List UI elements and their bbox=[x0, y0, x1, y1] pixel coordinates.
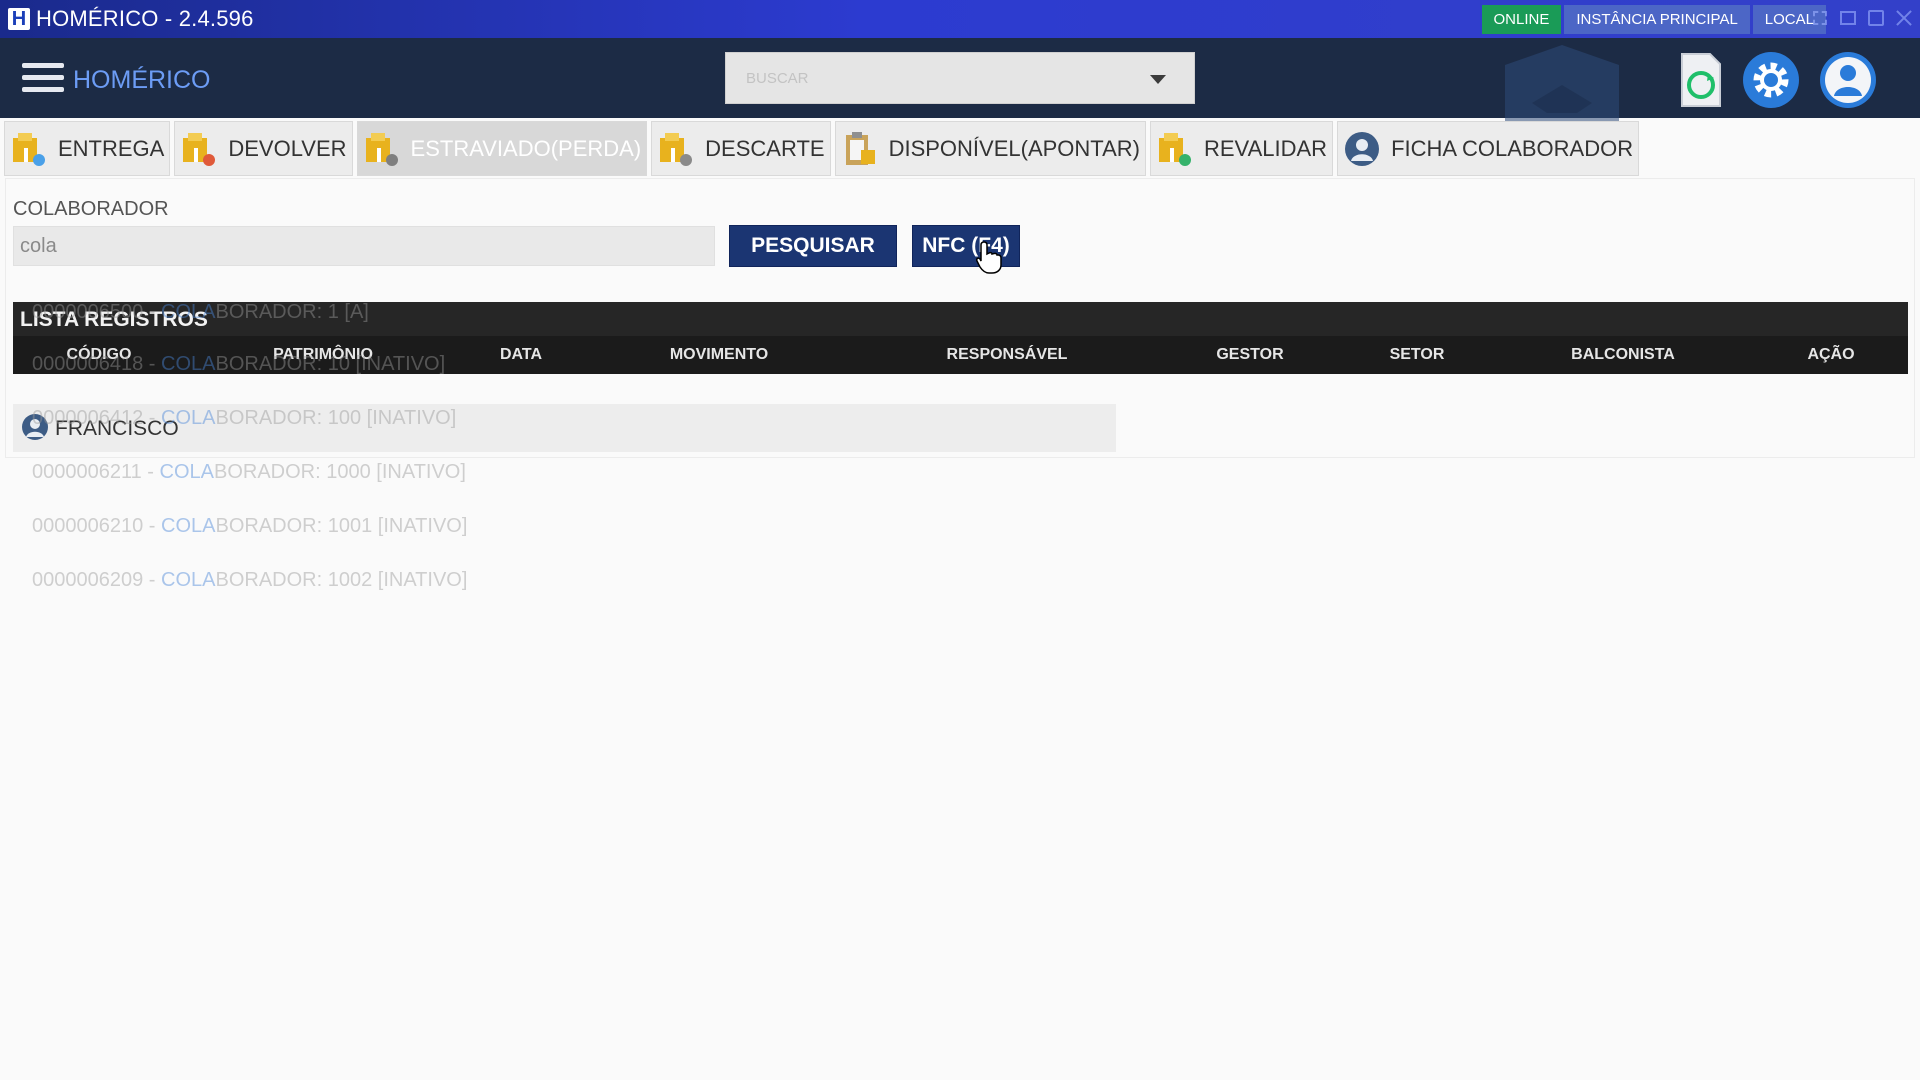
list-title-bar: LISTA REGISTROS bbox=[13, 302, 1908, 336]
column-header[interactable]: PATRIMÔNIO bbox=[273, 346, 373, 364]
colaborador-input[interactable] bbox=[14, 227, 714, 265]
status-group: ONLINE INSTÂNCIA PRINCIPAL LOCAL bbox=[1481, 5, 1826, 34]
box-icon bbox=[183, 132, 216, 166]
box-icon bbox=[1159, 132, 1191, 166]
tab-label: REVALIDAR bbox=[1204, 135, 1328, 161]
tab-label: ENTREGA bbox=[58, 135, 165, 161]
tab-estraviado[interactable]: ESTRAVIADO(PERDA) bbox=[356, 121, 648, 176]
tab-bar: ENTREGA DEVOLVER ESTRAVIADO(PERDA) DESCA… bbox=[4, 121, 1640, 176]
list-item[interactable]: 0000006211 - COLABORADOR: 1000 [INATIVO] bbox=[32, 461, 466, 484]
column-header[interactable]: BALCONISTA bbox=[1571, 346, 1675, 364]
app-logo-icon: H bbox=[8, 8, 30, 30]
tab-entrega[interactable]: ENTREGA bbox=[4, 121, 171, 176]
list-item[interactable]: 0000006210 - COLABORADOR: 1001 [INATIVO] bbox=[32, 515, 467, 538]
window-title: HOMÉRICO - 2.4.596 bbox=[36, 6, 254, 31]
clipboard-icon bbox=[845, 131, 875, 165]
instance-badge[interactable]: INSTÂNCIA PRINCIPAL bbox=[1564, 5, 1750, 34]
app-header: HOMÉRICO bbox=[0, 38, 1920, 121]
box-icon bbox=[365, 132, 398, 166]
minimize-icon[interactable] bbox=[1838, 8, 1858, 28]
hamburger-menu-icon[interactable] bbox=[22, 63, 64, 97]
brand-name: HOMÉRICO bbox=[73, 66, 211, 94]
pesquisar-button[interactable]: PESQUISAR bbox=[729, 225, 897, 267]
column-header[interactable]: CÓDIGO bbox=[67, 346, 132, 364]
user-avatar-icon[interactable] bbox=[1818, 50, 1878, 110]
gear-icon[interactable] bbox=[1741, 50, 1801, 110]
box-icon bbox=[660, 132, 693, 166]
table-row[interactable]: FRANCISCO bbox=[13, 404, 1116, 452]
title-bar: H HOMÉRICO - 2.4.596 ONLINE INSTÂNCIA PR… bbox=[0, 0, 1920, 38]
box-icon bbox=[13, 132, 45, 166]
column-header[interactable]: SETOR bbox=[1390, 346, 1445, 364]
tab-revalidar[interactable]: REVALIDAR bbox=[1150, 121, 1334, 176]
tab-devolver[interactable]: DEVOLVER bbox=[174, 121, 353, 176]
hand-cursor-icon bbox=[976, 241, 1002, 274]
tab-label: ESTRAVIADO(PERDA) bbox=[410, 135, 642, 161]
column-header[interactable]: DATA bbox=[500, 346, 542, 364]
colaborador-field-wrapper bbox=[13, 226, 715, 266]
tab-label: DISPONÍVEL(APONTAR) bbox=[888, 135, 1140, 161]
status-online-badge: ONLINE bbox=[1481, 5, 1562, 34]
tab-label: DEVOLVER bbox=[228, 135, 347, 161]
colaborador-label: COLABORADOR bbox=[13, 198, 169, 220]
search-input[interactable] bbox=[726, 53, 1194, 103]
list-item[interactable]: 0000006209 - COLABORADOR: 1002 [INATIVO] bbox=[32, 569, 467, 592]
tab-descarte[interactable]: DESCARTE bbox=[651, 121, 831, 176]
watermark-logo-icon bbox=[1505, 45, 1619, 121]
column-header[interactable]: GESTOR bbox=[1216, 346, 1283, 364]
maximize-icon[interactable] bbox=[1866, 8, 1886, 28]
list-title: LISTA REGISTROS bbox=[20, 308, 208, 331]
tab-label: DESCARTE bbox=[705, 135, 825, 161]
user-icon bbox=[1345, 131, 1380, 166]
table-header: CÓDIGO PATRIMÔNIO DATA MOVIMENTO RESPONS… bbox=[13, 336, 1908, 374]
close-icon[interactable] bbox=[1894, 8, 1914, 28]
user-icon bbox=[22, 414, 48, 440]
column-header[interactable]: MOVIMENTO bbox=[670, 346, 768, 364]
search-select[interactable] bbox=[725, 52, 1195, 104]
column-header[interactable]: RESPONSÁVEL bbox=[947, 346, 1068, 364]
chevron-down-icon[interactable] bbox=[1150, 75, 1166, 84]
tab-ficha-colaborador[interactable]: FICHA COLABORADOR bbox=[1337, 121, 1640, 176]
fullscreen-icon[interactable] bbox=[1810, 8, 1830, 28]
sync-document-icon[interactable] bbox=[1670, 50, 1730, 110]
nfc-button[interactable]: NFC (F4) bbox=[912, 225, 1020, 267]
tab-label: FICHA COLABORADOR bbox=[1391, 135, 1634, 161]
row-label: FRANCISCO bbox=[55, 417, 179, 440]
window-controls bbox=[1810, 8, 1914, 28]
tab-disponivel[interactable]: DISPONÍVEL(APONTAR) bbox=[834, 121, 1146, 176]
column-header[interactable]: AÇÃO bbox=[1807, 346, 1854, 364]
